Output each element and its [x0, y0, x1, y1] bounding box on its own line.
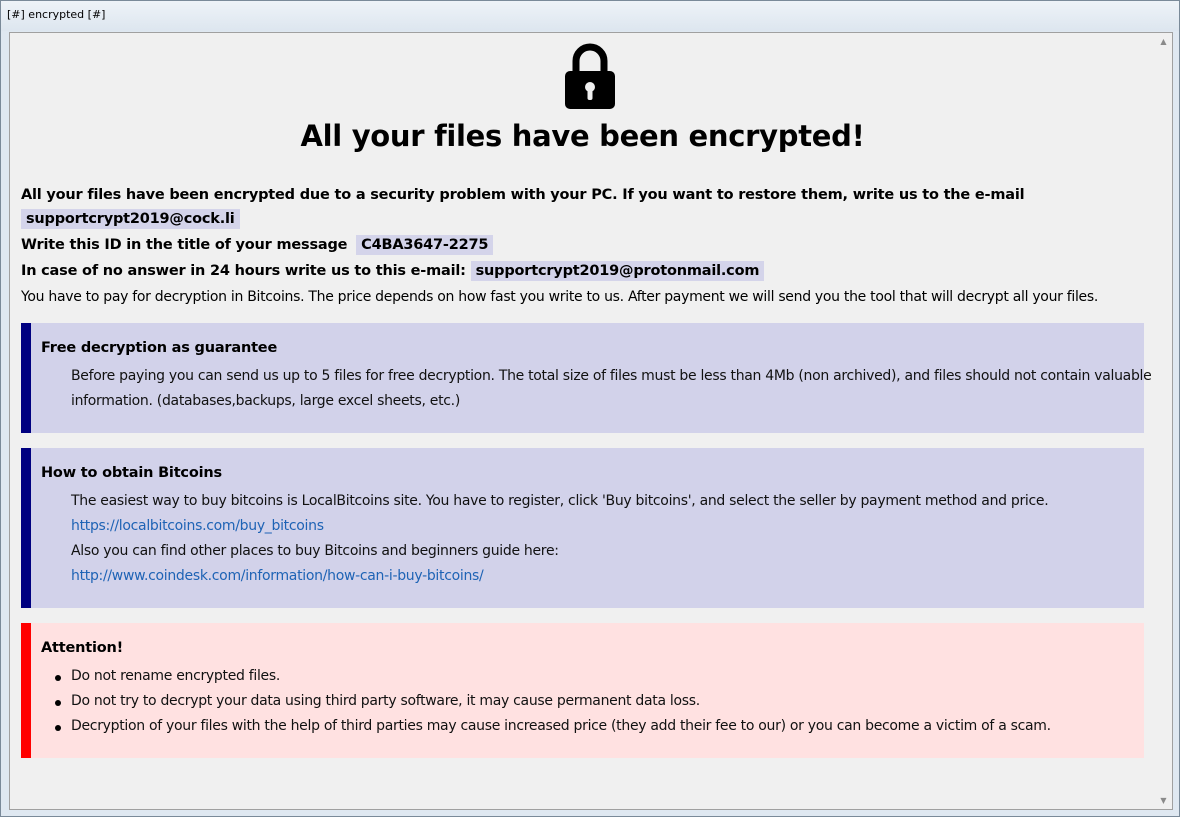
guarantee-text-line: information. (databases,backups, large e…: [71, 393, 460, 409]
guarantee-panel: Free decryption as guarantee Before payi…: [21, 323, 1152, 433]
note-body: All your files have been encrypted! All …: [10, 33, 1155, 809]
vertical-scrollbar[interactable]: ▲ ▼: [1155, 33, 1172, 809]
note-content-area: All your files have been encrypted! All …: [9, 32, 1173, 810]
scroll-down-arrow-icon[interactable]: ▼: [1155, 792, 1172, 809]
bullet-icon: [55, 725, 61, 731]
fallback-email-row: In case of no answer in 24 hours write u…: [21, 261, 765, 281]
coindesk-link-row: http://www.coindesk.com/information/how-…: [71, 568, 484, 584]
ransom-note-window: [#] encrypted [#] All your files have be…: [0, 0, 1180, 817]
payment-text: You have to pay for decryption in Bitcoi…: [21, 289, 1099, 305]
window-title: [#] encrypted [#]: [7, 8, 106, 21]
id-row: Write this ID in the title of your messa…: [21, 235, 494, 255]
attention-item: Do not rename encrypted files.: [71, 668, 281, 684]
bitcoins-panel: How to obtain Bitcoins The easiest way t…: [21, 448, 1144, 608]
fallback-label: In case of no answer in 24 hours write u…: [21, 263, 466, 279]
localbitcoins-link-row: https://localbitcoins.com/buy_bitcoins: [71, 518, 324, 534]
attention-item: Decryption of your files with the help o…: [71, 718, 1051, 734]
bullet-icon: [55, 700, 61, 706]
bullet-icon: [55, 675, 61, 681]
scroll-up-arrow-icon[interactable]: ▲: [1155, 33, 1172, 50]
guarantee-title: Free decryption as guarantee: [41, 340, 278, 356]
guarantee-text-line: Before paying you can send us up to 5 fi…: [71, 368, 1152, 384]
coindesk-link[interactable]: http://www.coindesk.com/information/how-…: [71, 568, 484, 584]
localbitcoins-link[interactable]: https://localbitcoins.com/buy_bitcoins: [71, 518, 324, 534]
page-title: All your files have been encrypted!: [300, 119, 865, 153]
bitcoins-title: How to obtain Bitcoins: [41, 465, 222, 481]
bitcoins-text-line: Also you can find other places to buy Bi…: [71, 543, 559, 559]
attention-item: Do not try to decrypt your data using th…: [71, 693, 700, 709]
primary-email-row: supportcrypt2019@cock.li: [21, 209, 240, 229]
fallback-email[interactable]: supportcrypt2019@protonmail.com: [470, 261, 765, 281]
bitcoins-text-line: The easiest way to buy bitcoins is Local…: [71, 493, 1049, 509]
intro-line: All your files have been encrypted due t…: [21, 187, 1025, 203]
id-label: Write this ID in the title of your messa…: [21, 237, 348, 253]
attention-panel: Attention! Do not rename encrypted files…: [21, 623, 1144, 758]
title-bar[interactable]: [#] encrypted [#]: [1, 1, 1179, 31]
attention-title: Attention!: [41, 640, 124, 656]
primary-email[interactable]: supportcrypt2019@cock.li: [21, 209, 240, 229]
padlock-icon: [565, 43, 615, 109]
victim-id[interactable]: C4BA3647-2275: [356, 235, 494, 255]
